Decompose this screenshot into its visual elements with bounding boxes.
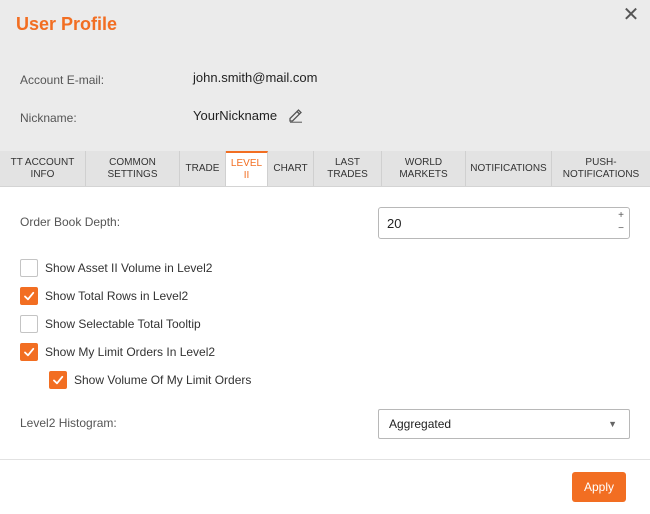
option-show-total-rows[interactable]: Show Total Rows in Level2 xyxy=(20,287,188,305)
tab-trade[interactable]: TRADE xyxy=(180,151,226,186)
settings-tabs: TT ACCOUNT INFO COMMON SETTINGS TRADE LE… xyxy=(0,151,650,187)
level2-histogram-select[interactable]: Aggregated ▼ xyxy=(378,409,630,439)
tab-common-settings[interactable]: COMMON SETTINGS xyxy=(86,151,180,186)
order-book-depth-stepper: + − xyxy=(616,210,626,236)
close-button[interactable]: ✕ xyxy=(620,4,642,26)
option-show-asset-ii-volume[interactable]: Show Asset II Volume in Level2 xyxy=(20,259,212,277)
dialog-title: User Profile xyxy=(16,14,118,34)
checkbox-show-volume-of-my-limit-orders[interactable] xyxy=(49,371,67,389)
user-profile-dialog: User Profile ✕ Account E-mail: john.smit… xyxy=(0,0,650,514)
tab-chart[interactable]: CHART xyxy=(268,151,314,186)
pencil-icon xyxy=(289,109,302,123)
nickname-value: YourNickname xyxy=(193,108,278,123)
option-show-volume-of-my-limit-orders[interactable]: Show Volume Of My Limit Orders xyxy=(49,371,251,389)
tab-tt-account-info[interactable]: TT ACCOUNT INFO xyxy=(0,151,86,186)
checkbox-show-total-rows[interactable] xyxy=(20,287,38,305)
option-label: Show Total Rows in Level2 xyxy=(45,289,189,303)
checkbox-show-asset-ii-volume[interactable] xyxy=(20,259,38,277)
option-label: Show Volume Of My Limit Orders xyxy=(74,373,252,387)
dialog-header: User Profile ✕ Account E-mail: john.smit… xyxy=(0,0,650,151)
level2-histogram-value: Aggregated xyxy=(389,417,452,431)
nickname-label: Nickname: xyxy=(20,111,77,125)
level2-histogram-label: Level2 Histogram: xyxy=(20,416,117,430)
footer-divider xyxy=(0,459,650,460)
stepper-down-button[interactable]: − xyxy=(616,223,626,236)
option-show-selectable-total-tooltip[interactable]: Show Selectable Total Tooltip xyxy=(20,315,201,333)
checkbox-show-selectable-total-tooltip[interactable] xyxy=(20,315,38,333)
tab-notifications[interactable]: NOTIFICATIONS xyxy=(466,151,552,186)
tab-world-markets[interactable]: WORLD MARKETS xyxy=(382,151,466,186)
checkmark-icon xyxy=(24,347,35,357)
close-icon: ✕ xyxy=(622,4,640,26)
tab-level-ii[interactable]: LEVEL II xyxy=(226,151,268,186)
order-book-depth-label: Order Book Depth: xyxy=(20,215,121,229)
stepper-up-button[interactable]: + xyxy=(616,210,626,223)
apply-button[interactable]: Apply xyxy=(572,472,626,502)
checkmark-icon xyxy=(53,375,64,385)
option-label: Show My Limit Orders In Level2 xyxy=(45,345,216,359)
edit-nickname-button[interactable] xyxy=(288,107,304,123)
option-label: Show Selectable Total Tooltip xyxy=(45,317,201,331)
account-email-value: john.smith@mail.com xyxy=(193,70,318,85)
option-show-my-limit-orders[interactable]: Show My Limit Orders In Level2 xyxy=(20,343,215,361)
account-email-label: Account E-mail: xyxy=(20,73,105,87)
tab-last-trades[interactable]: LAST TRADES xyxy=(314,151,382,186)
chevron-down-icon: ▼ xyxy=(608,419,617,429)
tab-push-notifications[interactable]: PUSH- NOTIFICATIONS xyxy=(552,151,650,186)
option-label: Show Asset II Volume in Level2 xyxy=(45,261,213,275)
order-book-depth-value: 20 xyxy=(387,215,402,231)
order-book-depth-input[interactable]: 20 + − xyxy=(378,207,630,239)
checkmark-icon xyxy=(24,291,35,301)
checkbox-show-my-limit-orders[interactable] xyxy=(20,343,38,361)
